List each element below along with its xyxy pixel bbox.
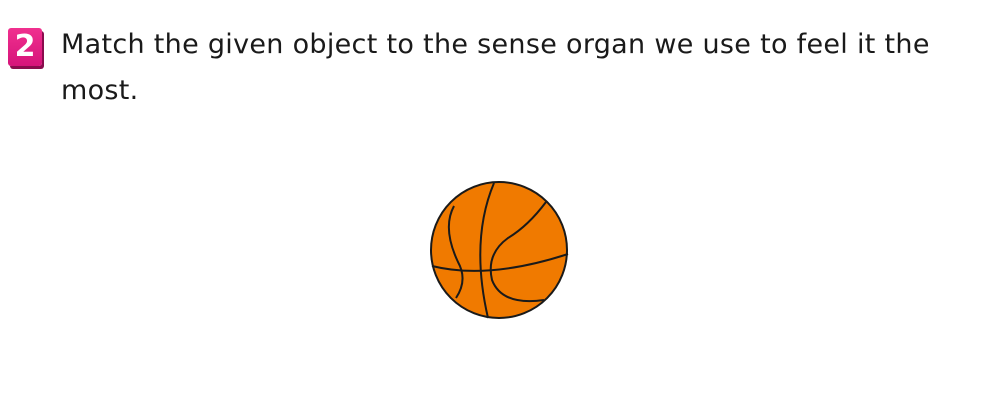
question-number-badge: 2 bbox=[8, 28, 42, 66]
basketball-body bbox=[430, 181, 568, 319]
question-prompt: Match the given object to the sense orga… bbox=[61, 29, 930, 106]
basketball-icon bbox=[428, 180, 573, 322]
